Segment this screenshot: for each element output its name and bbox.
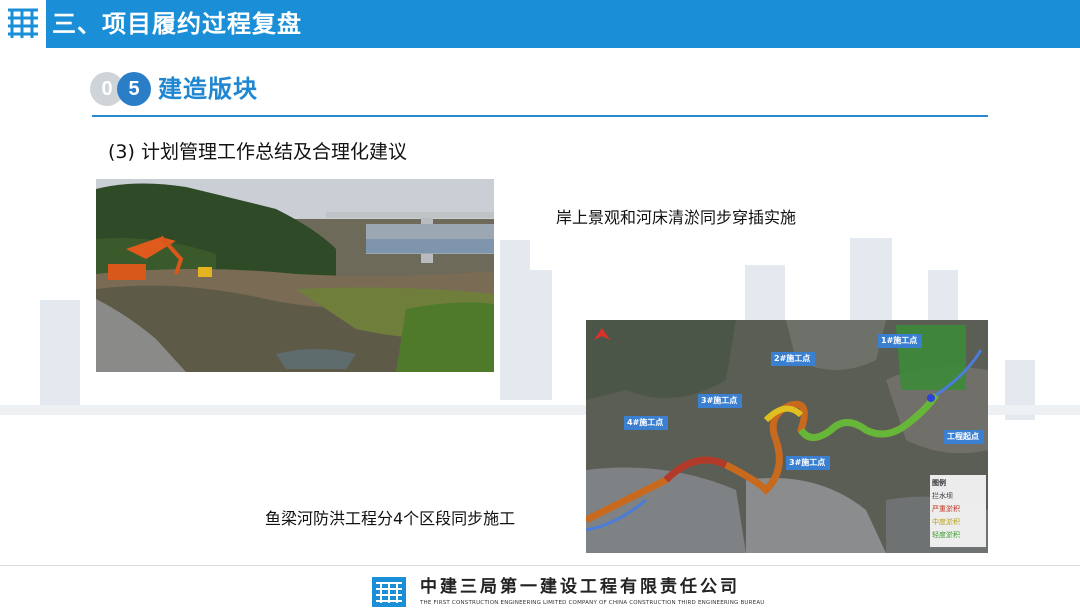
section-divider [92,115,988,117]
map-label-start: 工程起点 [947,432,979,441]
cscec-logo-icon [372,577,406,607]
map-label-site3b: 3#施工点 [789,458,826,467]
river-construction-map: 1#施工点 2#施工点 3#施工点 4#施工点 3#施工点 工程起点 图例 拦水… [586,320,988,553]
cscec-logo-icon [0,0,48,48]
section-title: 建造版块 [158,75,258,103]
footer-divider [0,565,1080,566]
legend-moderate: 中度淤积 [932,518,960,526]
legend-severe: 严重淤积 [932,505,960,513]
map-legend: 图例 拦水坝 严重淤积 中度淤积 轻度淤积 [932,477,986,542]
section-number-second: 5 [117,72,151,106]
legend-light: 轻度淤积 [932,531,960,539]
photo-caption: 岸上景观和河床清淤同步穿插实施 [556,208,797,227]
header-bar: 三、项目履约过程复盘 [0,0,1080,48]
slide-subtitle: (3) 计划管理工作总结及合理化建议 [108,141,407,163]
map-label-site1: 1#施工点 [881,336,918,345]
construction-site-photo [96,179,494,372]
map-caption: 鱼梁河防洪工程分4个区段同步施工 [265,509,516,528]
map-label-site4: 4#施工点 [627,418,664,427]
footer-company-name-en: THE FIRST CONSTRUCTION ENGINEERING LIMIT… [420,600,765,606]
map-label-site3a: 3#施工点 [701,396,738,405]
page-title: 三、项目履约过程复盘 [52,10,302,38]
legend-dam: 拦水坝 [932,492,953,500]
legend-title: 图例 [932,479,946,487]
map-label-site2: 2#施工点 [774,354,811,363]
footer-company-name: 中建三局第一建设工程有限责任公司 [420,577,740,597]
